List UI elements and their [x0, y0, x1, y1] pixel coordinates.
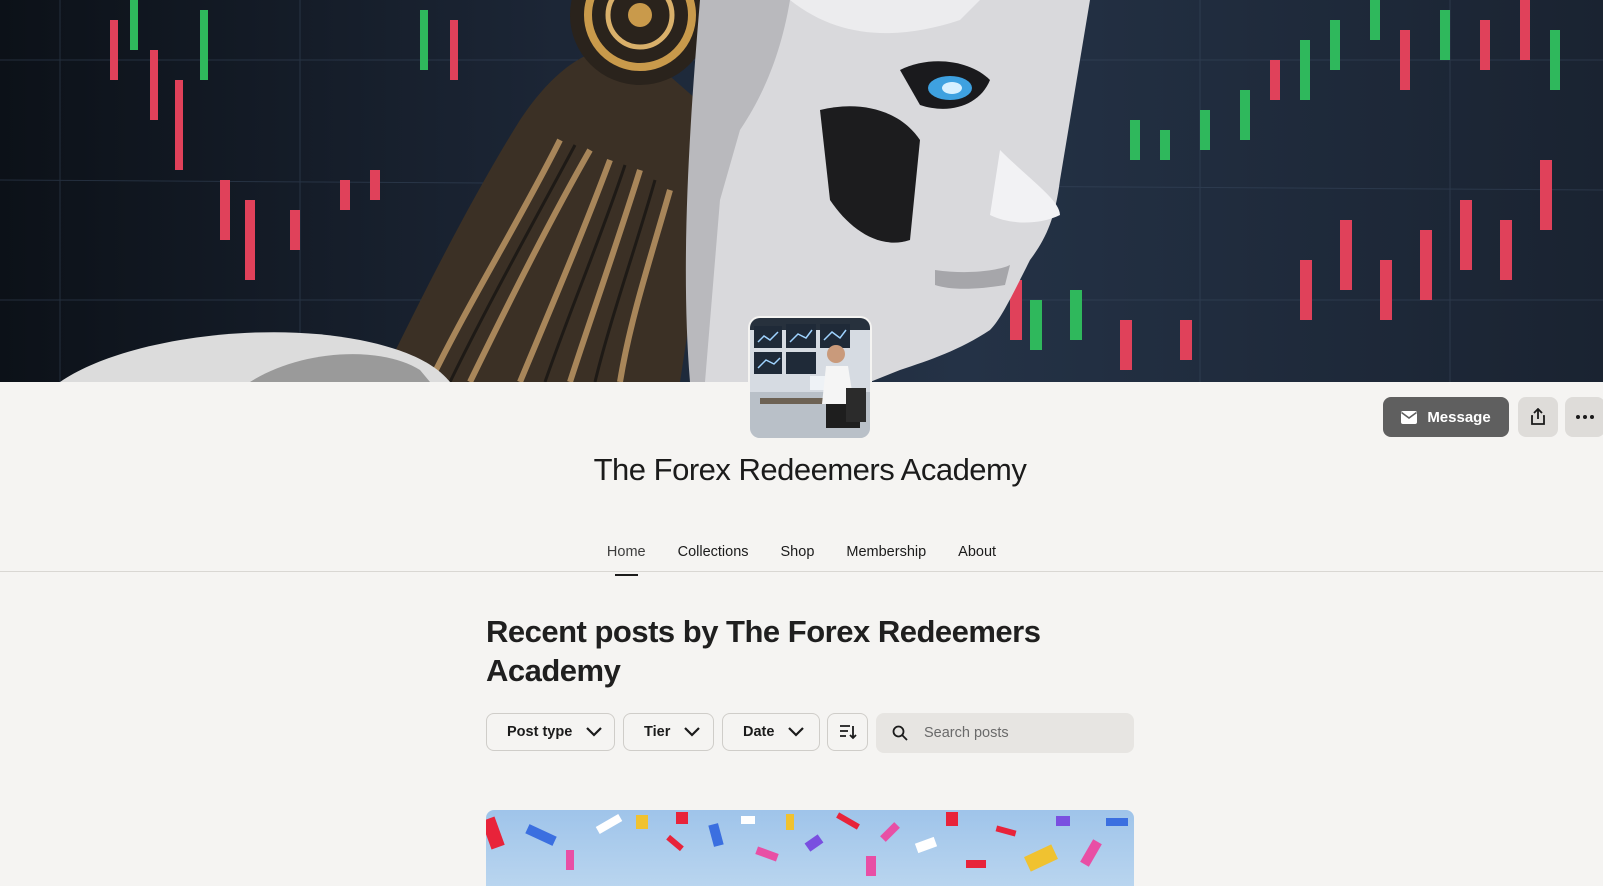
creator-name: The Forex Redeemers Academy [593, 452, 1027, 487]
chevron-down-icon [788, 727, 805, 737]
post-type-filter[interactable]: Post type [486, 713, 615, 751]
share-button[interactable] [1518, 397, 1558, 437]
search-box [876, 713, 1134, 753]
tier-label: Tier [644, 724, 671, 740]
tab-collections[interactable]: Collections [662, 540, 765, 572]
post-type-label: Post type [507, 724, 573, 740]
tier-filter[interactable]: Tier [623, 713, 714, 751]
search-icon [892, 725, 908, 741]
share-icon [1531, 408, 1545, 425]
more-horizontal-icon [1576, 415, 1594, 419]
more-options-button[interactable] [1565, 397, 1603, 437]
tab-home[interactable]: Home [591, 540, 662, 576]
recent-posts-heading: Recent posts by The Forex Redeemers Acad… [486, 614, 1041, 688]
chevron-down-icon [684, 727, 701, 737]
message-label: Message [1427, 408, 1491, 426]
sort-icon [839, 725, 857, 740]
date-label: Date [743, 724, 775, 740]
tabs-divider [0, 571, 1603, 572]
chevron-down-icon [586, 727, 603, 737]
post-thumbnail[interactable] [486, 810, 1134, 886]
confetti-image [486, 812, 1128, 876]
profile-tabs: Home Collections Shop Membership About [0, 540, 1603, 576]
creator-avatar[interactable] [750, 318, 870, 438]
date-filter[interactable]: Date [722, 713, 820, 751]
envelope-icon [1401, 410, 1418, 424]
avatar-image [750, 318, 870, 438]
search-input[interactable] [922, 724, 1116, 742]
sort-button[interactable] [827, 713, 868, 751]
tab-about[interactable]: About [942, 540, 1012, 572]
tab-shop[interactable]: Shop [765, 540, 831, 572]
tab-membership[interactable]: Membership [830, 540, 942, 572]
message-button[interactable]: Message [1383, 397, 1509, 437]
